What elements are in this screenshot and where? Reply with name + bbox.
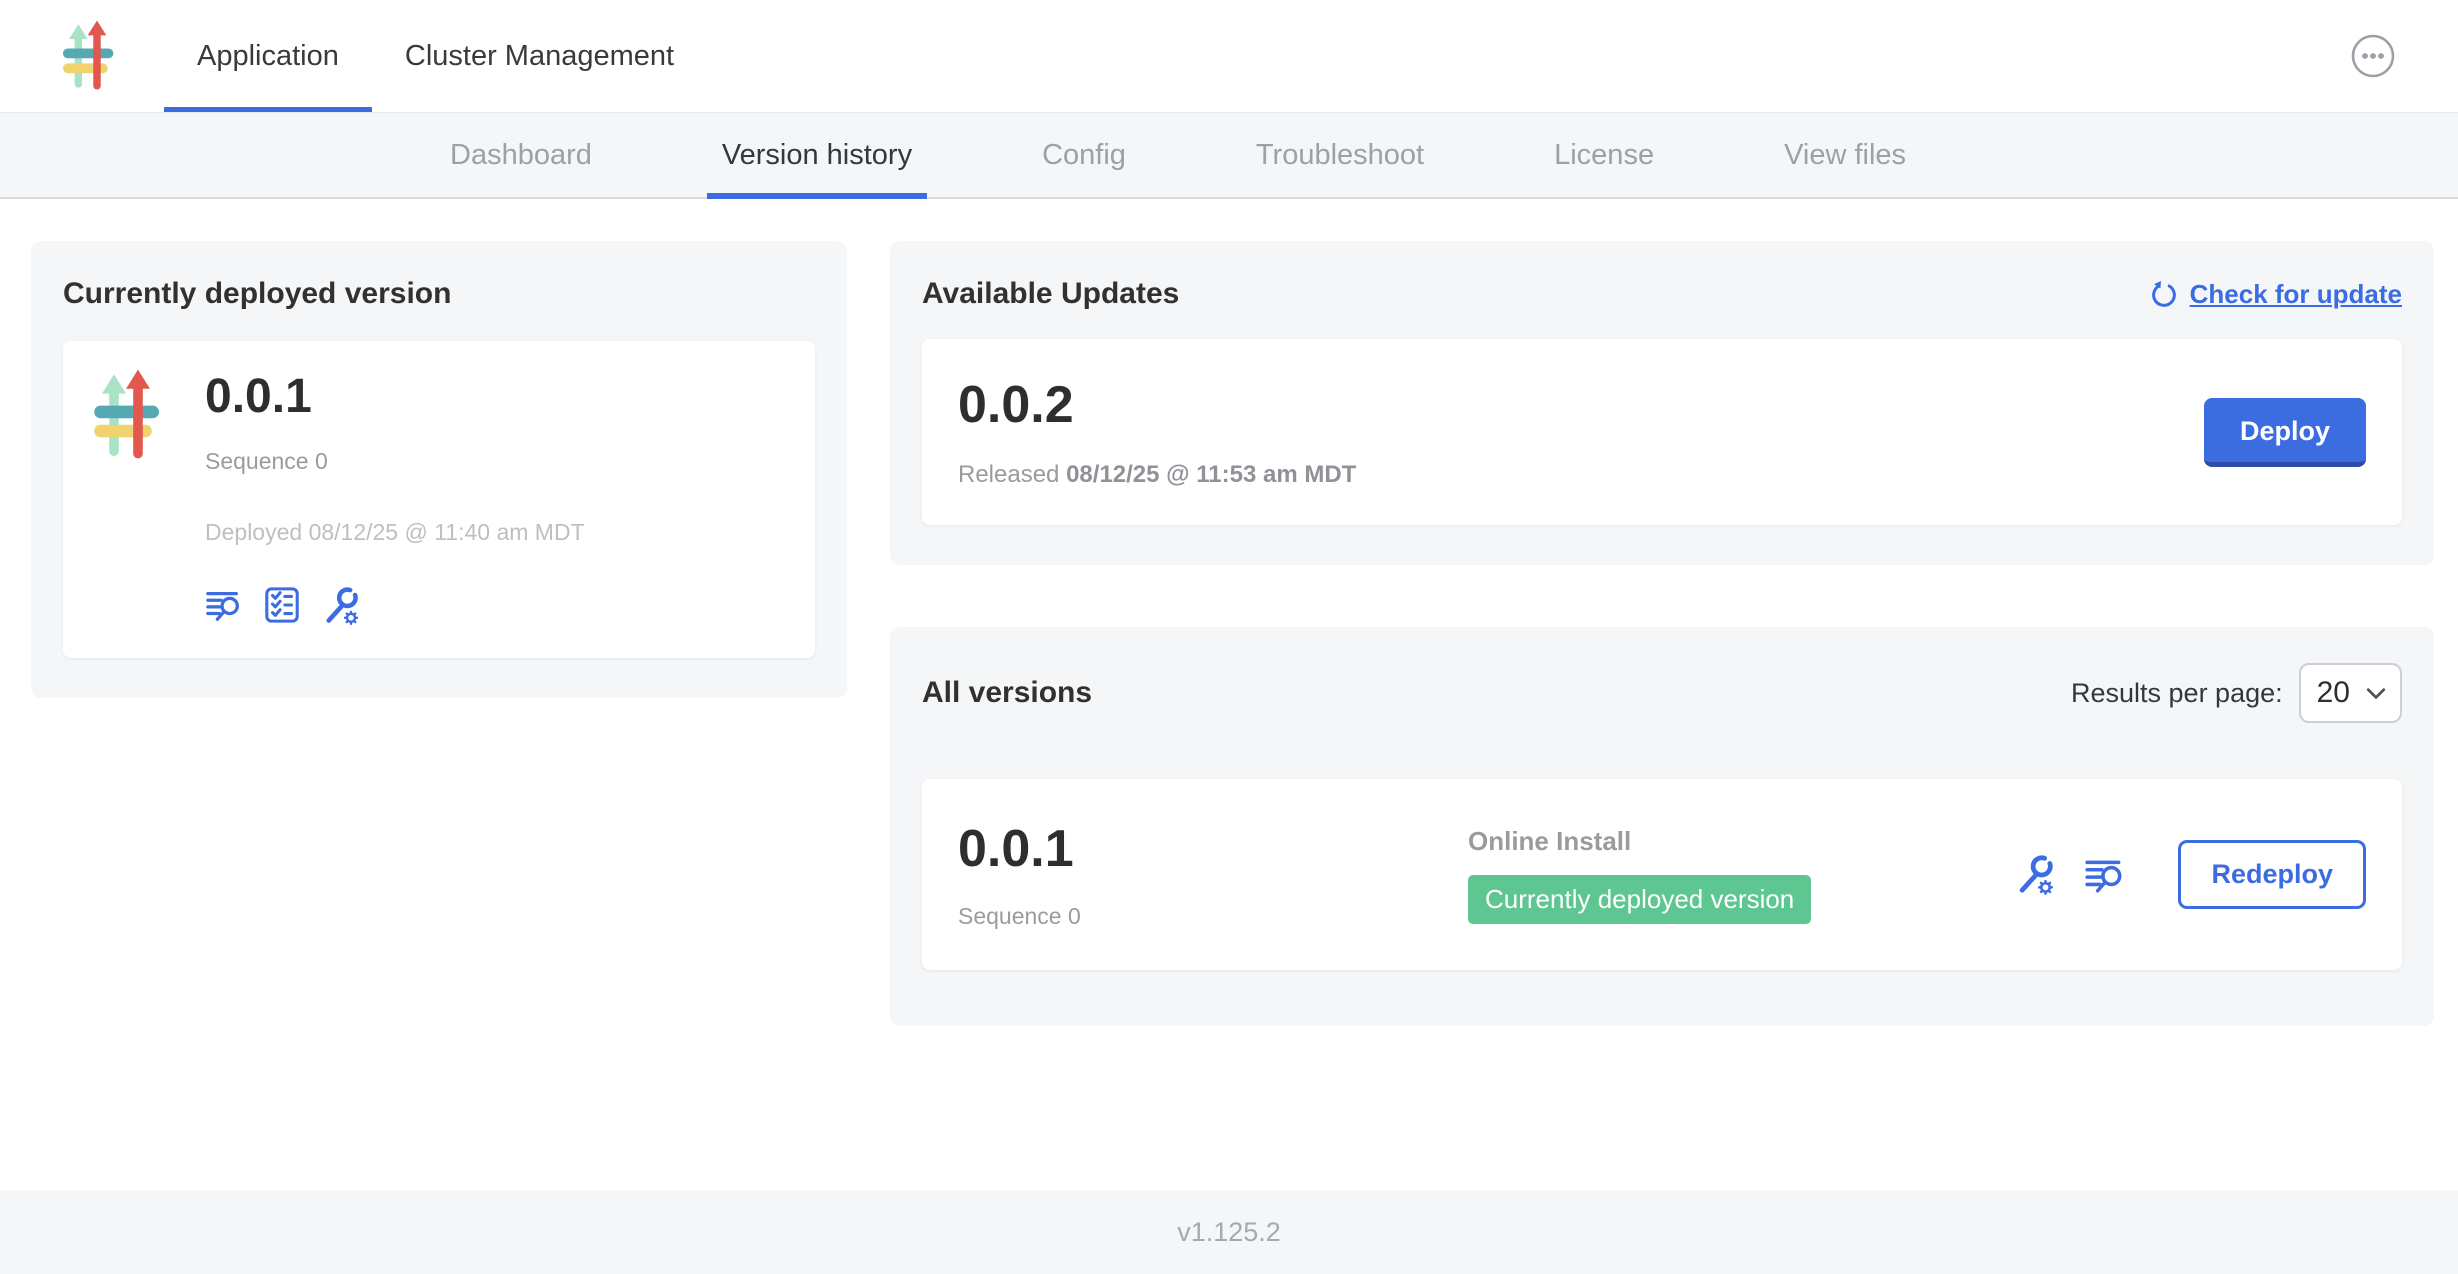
preflight-checks-icon[interactable] xyxy=(263,586,301,626)
right-column: Available Updates Check for update 0.0.2 xyxy=(890,241,2434,1026)
install-type-label: Online Install xyxy=(1468,826,1811,857)
check-for-update-link[interactable]: Check for update xyxy=(2148,278,2402,310)
all-versions-title: All versions xyxy=(922,676,1092,710)
edit-config-icon[interactable] xyxy=(2014,854,2056,896)
ellipsis-menu-icon[interactable] xyxy=(2350,33,2396,79)
deployed-sequence: Sequence 0 xyxy=(205,448,585,475)
update-card: 0.0.2 Released 08/12/25 @ 11:53 am MDT D… xyxy=(922,339,2402,525)
tab-cluster-management[interactable]: Cluster Management xyxy=(372,0,707,112)
subnav-config[interactable]: Config xyxy=(1027,113,1141,197)
version-row: 0.0.1 Sequence 0 Online Install Currentl… xyxy=(922,779,2402,970)
app-logo-icon xyxy=(93,369,165,626)
deployed-timestamp: Deployed 08/12/25 @ 11:40 am MDT xyxy=(205,519,585,546)
available-updates-title: Available Updates xyxy=(922,277,1179,311)
row-sequence: Sequence 0 xyxy=(958,903,1468,930)
results-per-page-select[interactable]: 20 xyxy=(2299,663,2402,723)
all-versions-panel: All versions Results per page: 20 xyxy=(890,627,2434,1026)
results-per-page-label: Results per page: xyxy=(2071,678,2283,709)
currently-deployed-panel: Currently deployed version 0.0.1 Sequenc… xyxy=(31,241,847,698)
deployed-version-card: 0.0.1 Sequence 0 Deployed 08/12/25 @ 11:… xyxy=(63,341,815,658)
deployed-actions xyxy=(205,586,585,626)
available-updates-panel: Available Updates Check for update 0.0.2 xyxy=(890,241,2434,565)
update-released-line: Released 08/12/25 @ 11:53 am MDT xyxy=(958,461,1356,489)
console-version: v1.125.2 xyxy=(1177,1217,1281,1248)
subnav-version-history[interactable]: Version history xyxy=(707,113,927,197)
subnav-view-files[interactable]: View files xyxy=(1769,113,1921,197)
app-subnav: Dashboard Version history Config Trouble… xyxy=(0,113,2458,199)
row-version-number: 0.0.1 xyxy=(958,819,1468,879)
redeploy-button[interactable]: Redeploy xyxy=(2178,840,2366,909)
currently-deployed-badge: Currently deployed version xyxy=(1468,875,1811,924)
main-content: Currently deployed version 0.0.1 Sequenc… xyxy=(0,199,2458,1190)
app-header: Application Cluster Management xyxy=(0,0,2458,113)
view-logs-icon[interactable] xyxy=(2084,854,2126,896)
check-for-update-label[interactable]: Check for update xyxy=(2190,279,2402,310)
subnav-license[interactable]: License xyxy=(1539,113,1669,197)
update-version-number: 0.0.2 xyxy=(958,375,1356,435)
released-label: Released xyxy=(958,461,1059,488)
deploy-button[interactable]: Deploy xyxy=(2204,398,2366,467)
edit-config-icon[interactable] xyxy=(321,586,361,626)
released-date: 08/12/25 @ 11:53 am MDT xyxy=(1066,461,1356,488)
tab-application[interactable]: Application xyxy=(164,0,372,112)
currently-deployed-title: Currently deployed version xyxy=(63,277,815,311)
primary-tabs: Application Cluster Management xyxy=(164,0,707,112)
app-logo-icon xyxy=(62,20,118,112)
subnav-troubleshoot[interactable]: Troubleshoot xyxy=(1241,113,1439,197)
subnav-dashboard[interactable]: Dashboard xyxy=(435,113,607,197)
app-footer: v1.125.2 xyxy=(0,1190,2458,1274)
chevron-down-icon xyxy=(2366,686,2386,700)
deployed-version-number: 0.0.1 xyxy=(205,369,585,424)
results-per-page-value: 20 xyxy=(2317,676,2350,710)
view-logs-icon[interactable] xyxy=(205,586,243,626)
refresh-icon xyxy=(2148,278,2180,310)
